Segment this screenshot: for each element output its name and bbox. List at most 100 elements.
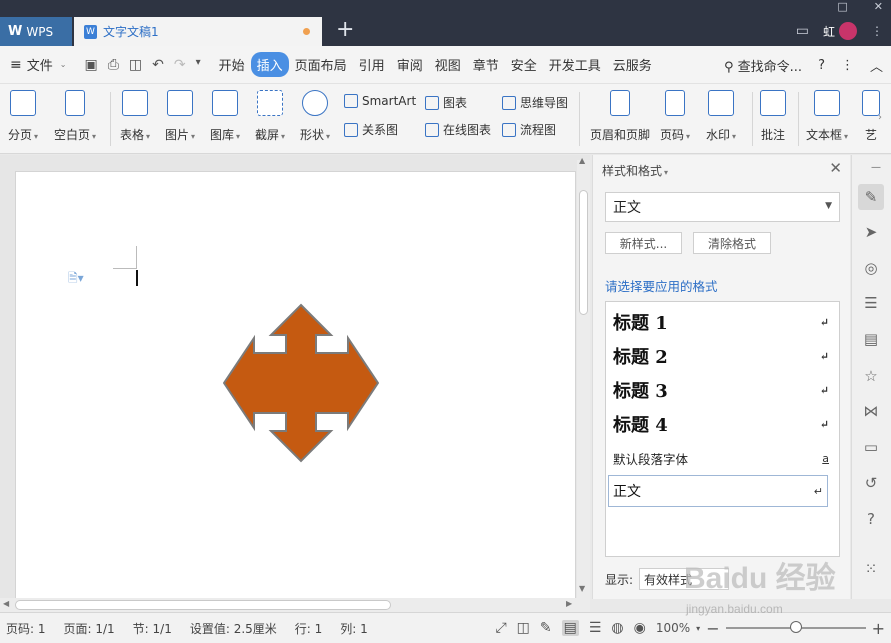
style-default-paragraph-font[interactable]: 默认段落字体 a bbox=[613, 448, 833, 468]
scroll-right-icon[interactable]: ▶ bbox=[566, 599, 572, 608]
select-cursor-icon[interactable]: ➤ bbox=[862, 223, 880, 241]
header-footer-icon bbox=[610, 90, 630, 116]
zoom-dropdown-icon[interactable]: ▾ bbox=[696, 624, 700, 633]
relation-chart-button[interactable]: 关系图 bbox=[344, 121, 398, 138]
picture-panel-icon[interactable]: ▤ bbox=[862, 330, 880, 348]
collapse-icon[interactable]: — bbox=[867, 158, 885, 176]
tab-cloud[interactable]: 云服务 bbox=[607, 52, 658, 77]
style-heading-2[interactable]: 标题 2 ↵ bbox=[613, 344, 833, 368]
online-chart-button[interactable]: 在线图表 bbox=[425, 121, 491, 138]
tab-insert[interactable]: 插入 bbox=[250, 52, 289, 77]
tab-chapter[interactable]: 章节 bbox=[467, 52, 505, 77]
share-icon[interactable]: ⋈ bbox=[862, 402, 880, 420]
zoom-slider-knob[interactable] bbox=[789, 621, 802, 633]
scroll-left-icon[interactable]: ◀ bbox=[3, 599, 9, 608]
page-view-icon[interactable]: ▤ bbox=[561, 620, 579, 636]
reading-view-icon[interactable]: ◫ bbox=[517, 620, 530, 636]
vertical-scroll-thumb[interactable] bbox=[579, 190, 588, 315]
new-tab-button[interactable]: + bbox=[336, 18, 354, 42]
ribbon-scroll-right-icon[interactable]: › bbox=[878, 112, 882, 123]
web-view-icon[interactable]: ◍ bbox=[611, 620, 623, 636]
header-footer-button[interactable]: 页眉和页脚 bbox=[590, 90, 650, 143]
history-icon[interactable]: ↺ bbox=[862, 474, 880, 492]
zoom-out-icon[interactable]: − bbox=[706, 619, 719, 638]
tab-review[interactable]: 审阅 bbox=[391, 52, 429, 77]
command-search[interactable]: ⚲ 查找命令... bbox=[724, 56, 802, 75]
zoom-in-icon[interactable]: + bbox=[872, 619, 885, 638]
tab-developer[interactable]: 开发工具 bbox=[543, 52, 607, 77]
status-page-number[interactable]: 页码: 1 bbox=[6, 620, 46, 637]
print-icon[interactable]: ⎙ bbox=[108, 57, 119, 73]
close-icon[interactable]: ✕ bbox=[829, 159, 842, 177]
table-button[interactable]: 表格 ▾ bbox=[120, 90, 150, 143]
scroll-down-icon[interactable]: ▼ bbox=[579, 584, 585, 593]
comment-button[interactable]: 批注 bbox=[760, 90, 786, 143]
current-style-select[interactable]: 正文 ▼ bbox=[605, 192, 840, 222]
save-icon[interactable]: ▣ bbox=[84, 57, 97, 73]
smartart-label: SmartArt bbox=[362, 94, 417, 108]
shapes-icon[interactable]: ◎ bbox=[862, 259, 880, 277]
side-toolbar: — ✎ ➤ ◎ ☰ ▤ ☆ ⋈ ▭ ↺ ? ⁙ bbox=[851, 155, 891, 599]
zoom-slider[interactable] bbox=[725, 621, 866, 633]
style-heading-4[interactable]: 标题 4 ↵ bbox=[613, 412, 833, 436]
grid-icon[interactable]: ⁙ bbox=[862, 560, 880, 578]
four-way-arrow-shape[interactable] bbox=[223, 303, 379, 463]
tab-home[interactable]: 开始 bbox=[213, 52, 251, 77]
quick-access-toolbar: ▣ ⎙ ◫ ↶ ↷ ▾ bbox=[76, 57, 200, 73]
horizontal-scroll-thumb[interactable] bbox=[15, 600, 391, 610]
vertical-scrollbar[interactable]: ▲ ▼ bbox=[577, 156, 590, 598]
close-window-icon[interactable]: ✕ bbox=[874, 0, 883, 13]
textbox-button[interactable]: 文本框 ▾ bbox=[806, 90, 848, 143]
customize-icon[interactable]: ▾ bbox=[196, 57, 201, 73]
eye-protection-icon[interactable]: ◉ bbox=[634, 620, 646, 636]
redo-icon[interactable]: ↷ bbox=[174, 57, 186, 73]
chart-button[interactable]: 图表 bbox=[425, 94, 467, 111]
undo-icon[interactable]: ↶ bbox=[152, 57, 164, 73]
wps-app-tab[interactable]: W WPS bbox=[0, 17, 72, 46]
zoom-value[interactable]: 100% bbox=[656, 621, 690, 635]
collapse-ribbon-icon[interactable]: ︿ bbox=[870, 56, 883, 75]
scroll-up-icon[interactable]: ▲ bbox=[579, 156, 585, 165]
print-preview-icon[interactable]: ◫ bbox=[129, 57, 142, 73]
style-format-icon[interactable]: ✎ bbox=[858, 184, 884, 210]
new-style-button[interactable]: 新样式... bbox=[605, 232, 682, 254]
mindmap-button[interactable]: 思维导图 bbox=[502, 94, 568, 111]
screenshot-button[interactable]: 截屏 ▾ bbox=[255, 90, 285, 143]
help-icon[interactable]: ? bbox=[818, 58, 825, 73]
flowchart-button[interactable]: 流程图 bbox=[502, 121, 556, 138]
tab-page-layout[interactable]: 页面布局 bbox=[289, 52, 353, 77]
tab-view[interactable]: 视图 bbox=[429, 52, 467, 77]
smartart-button[interactable]: SmartArt bbox=[344, 94, 416, 108]
page-number-button[interactable]: 页码 ▾ bbox=[660, 90, 690, 143]
panel-toggle-icon[interactable]: ▭ bbox=[796, 23, 809, 39]
file-menu[interactable]: ≡ 文件 ⌄ bbox=[0, 55, 76, 75]
shapes-button[interactable]: 形状 ▾ bbox=[300, 90, 330, 143]
document-tab[interactable]: W 文字文稿1 bbox=[74, 17, 322, 46]
horizontal-scrollbar[interactable]: ◀ ▶ bbox=[0, 598, 590, 612]
picture-button[interactable]: 图片 ▾ bbox=[165, 90, 195, 143]
page-break-button[interactable]: 分页 ▾ bbox=[8, 90, 38, 143]
fullscreen-icon[interactable]: ⤢ bbox=[495, 620, 506, 636]
star-icon[interactable]: ☆ bbox=[862, 367, 880, 385]
paragraph-layout-icon[interactable]: 🗎▾ bbox=[68, 269, 84, 290]
style-heading-3[interactable]: 标题 3 ↵ bbox=[613, 378, 833, 402]
document-page[interactable]: 🗎▾ bbox=[15, 171, 576, 601]
more-options-icon[interactable]: ⋮ bbox=[841, 58, 854, 73]
restore-icon[interactable]: □ bbox=[837, 0, 847, 13]
blank-page-button[interactable]: 空白页 ▾ bbox=[54, 90, 96, 143]
user-account[interactable]: 虹 bbox=[823, 22, 857, 40]
edit-icon[interactable]: ✎ bbox=[540, 620, 552, 636]
adjust-icon[interactable]: ☰ bbox=[862, 294, 880, 312]
watermark-button[interactable]: 水印 ▾ bbox=[706, 90, 736, 143]
panel-title[interactable]: 样式和格式 ▾ bbox=[602, 162, 668, 179]
style-body-text[interactable]: 正文 ↵ bbox=[608, 475, 828, 507]
style-heading-1[interactable]: 标题 1 ↵ bbox=[613, 310, 833, 334]
tab-security[interactable]: 安全 bbox=[505, 52, 543, 77]
outline-view-icon[interactable]: ☰ bbox=[589, 620, 602, 636]
archive-icon[interactable]: ▭ bbox=[862, 438, 880, 456]
clear-format-button[interactable]: 清除格式 bbox=[693, 232, 771, 254]
tab-references[interactable]: 引用 bbox=[353, 52, 391, 77]
help-circle-icon[interactable]: ? bbox=[862, 510, 880, 528]
gallery-button[interactable]: 图库 ▾ bbox=[210, 90, 240, 143]
more-icon[interactable]: ⋮ bbox=[871, 24, 883, 38]
